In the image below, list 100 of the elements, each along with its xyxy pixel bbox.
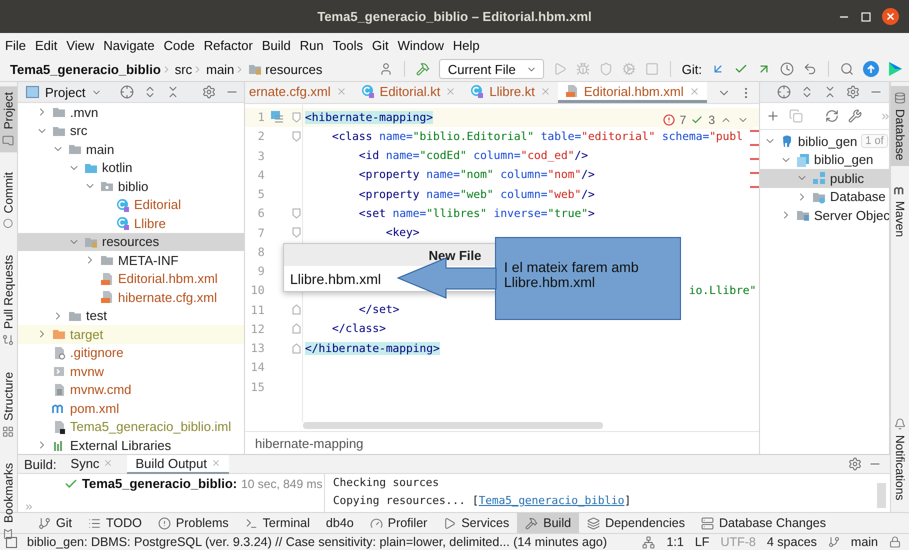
tree-row[interactable]: test: [18, 306, 244, 325]
hammer-icon[interactable]: [416, 62, 430, 76]
editor-breadcrumb[interactable]: hibernate-mapping: [255, 436, 364, 450]
menu-item[interactable]: File: [5, 38, 26, 52]
tree-row[interactable]: mvnw.cmd: [18, 380, 244, 399]
tool-window-button[interactable]: Git: [30, 513, 80, 533]
locate-icon[interactable]: [777, 85, 791, 99]
build-result[interactable]: Tema5_generacio_biblio:: [82, 476, 238, 491]
tree-row[interactable]: External Libraries: [18, 436, 244, 454]
tree-row[interactable]: mvnw: [18, 362, 244, 380]
build-tab[interactable]: Sync: [62, 454, 122, 474]
settings-icon[interactable]: [846, 85, 860, 99]
stop-icon[interactable]: [644, 62, 659, 76]
tool-window-tab[interactable]: Structure: [0, 366, 17, 444]
fold-marker-icon[interactable]: [292, 130, 301, 142]
run-configuration-dropdown[interactable]: Current File: [438, 59, 544, 79]
run-icon[interactable]: [552, 62, 567, 76]
more-icon[interactable]: [24, 502, 34, 512]
tool-window-button[interactable]: Profiler: [362, 513, 436, 533]
tool-window-button[interactable]: Dependencies: [579, 513, 693, 533]
tree-row[interactable]: biblio: [18, 177, 244, 196]
breadcrumb[interactable]: main: [206, 62, 234, 76]
tool-window-button[interactable]: Terminal: [236, 513, 318, 533]
search-icon[interactable]: [840, 62, 854, 76]
branch-icon[interactable]: [828, 536, 840, 548]
upload-icon[interactable]: [863, 61, 879, 77]
menu-item[interactable]: Refactor: [204, 38, 253, 52]
settings-icon[interactable]: [848, 457, 862, 471]
breadcrumb[interactable]: Tema5_generacio_biblio: [10, 62, 161, 76]
console-link[interactable]: Tema5_generacio_biblio: [478, 494, 624, 507]
user-icon[interactable]: [378, 62, 393, 76]
tree-row[interactable]: Editorial.hbm.xml: [18, 270, 244, 288]
menu-item[interactable]: Edit: [34, 38, 58, 52]
fold-marker-icon[interactable]: [292, 323, 301, 334]
tree-row[interactable]: biblio_gen: [760, 150, 889, 169]
editor-tab[interactable]: Editorial.hbm.xml: [558, 82, 707, 103]
square-icon[interactable]: [6, 536, 17, 548]
settings-icon[interactable]: [202, 85, 216, 99]
breadcrumb[interactable]: src: [174, 62, 192, 76]
tree-row[interactable]: Llibre: [18, 214, 244, 232]
maximize-icon[interactable]: [860, 10, 872, 22]
lock-icon[interactable]: [889, 536, 901, 548]
tree-row[interactable]: src: [18, 122, 244, 140]
line-ending[interactable]: LF: [694, 535, 710, 549]
scrollbar[interactable]: [303, 422, 603, 429]
menu-item[interactable]: Code: [164, 38, 195, 52]
tree-row[interactable]: Database: [760, 188, 889, 206]
tree-row[interactable]: biblio_gen 1 of: [760, 132, 889, 150]
undo-icon[interactable]: [803, 62, 817, 76]
tree-row[interactable]: resources: [18, 232, 244, 251]
tool-window-button[interactable]: TODO: [80, 513, 150, 533]
menu-item[interactable]: Navigate: [103, 38, 155, 52]
tree-row[interactable]: .mvn: [18, 103, 244, 122]
git-branch[interactable]: main: [850, 535, 878, 549]
scrollbar[interactable]: [877, 483, 886, 508]
gutter-file-icon[interactable]: [270, 111, 284, 124]
tree-row[interactable]: hibernate.cfg.xml: [18, 288, 244, 306]
fold-marker-icon[interactable]: [292, 208, 301, 219]
menu-item[interactable]: View: [66, 38, 94, 52]
tree-row[interactable]: Tema5_generacio_biblio.iml: [18, 418, 244, 436]
fold-marker-icon[interactable]: [292, 304, 301, 316]
debug-icon[interactable]: [576, 62, 590, 76]
toolbox-logo-icon[interactable]: [888, 61, 903, 77]
caret-position[interactable]: 1:1: [666, 535, 684, 549]
tool-window-tab[interactable]: Database: [891, 86, 909, 166]
tree-row[interactable]: pom.xml: [18, 399, 244, 418]
tree-row[interactable]: .gitignore: [18, 344, 244, 362]
tree-row[interactable]: META-INF: [18, 251, 244, 270]
tool-window-tab[interactable]: Notifications: [891, 412, 909, 506]
tool-window-button[interactable]: db4o: [318, 513, 362, 533]
menu-item[interactable]: Help: [452, 38, 480, 52]
fold-marker-icon[interactable]: [292, 112, 301, 123]
breadcrumb[interactable]: resources: [265, 62, 322, 76]
tree-row[interactable]: Editorial: [18, 196, 244, 214]
tree-row[interactable]: public: [760, 169, 889, 188]
menu-item[interactable]: Build: [262, 38, 291, 52]
editor-tab[interactable]: Editorial.kt: [354, 82, 464, 103]
fold-marker-icon[interactable]: [292, 227, 301, 238]
file-name-field[interactable]: Llibre.hbm.xml: [284, 266, 394, 291]
tool-window-button[interactable]: Database Changes: [692, 513, 834, 533]
tool-window-tab[interactable]: Project: [0, 86, 17, 152]
tool-window-tab[interactable]: Commit: [0, 166, 17, 235]
menu-item[interactable]: Run: [300, 38, 324, 52]
refresh-icon[interactable]: [825, 109, 839, 123]
tool-window-tab[interactable]: Bookmarks: [0, 457, 17, 546]
editor-tab[interactable]: Llibre.kt: [463, 82, 558, 103]
tree-row[interactable]: kotlin: [18, 158, 244, 177]
build-tab[interactable]: Build Output: [127, 454, 229, 474]
editor-tab[interactable]: ernate.cfg.xml: [245, 82, 354, 103]
indent-setting[interactable]: 4 spaces: [766, 535, 817, 549]
wrench-icon[interactable]: [848, 109, 862, 123]
locate-icon[interactable]: [120, 85, 134, 99]
fold-marker-icon[interactable]: [292, 342, 301, 354]
history-icon[interactable]: [780, 62, 794, 76]
tree-row[interactable]: main: [18, 140, 244, 158]
network-icon[interactable]: [642, 536, 656, 548]
tool-window-button[interactable]: Build: [517, 513, 580, 533]
menu-item[interactable]: Git: [372, 38, 389, 52]
tool-window-button[interactable]: Services: [435, 513, 518, 533]
tool-window-tab[interactable]: Maven: [891, 178, 909, 244]
